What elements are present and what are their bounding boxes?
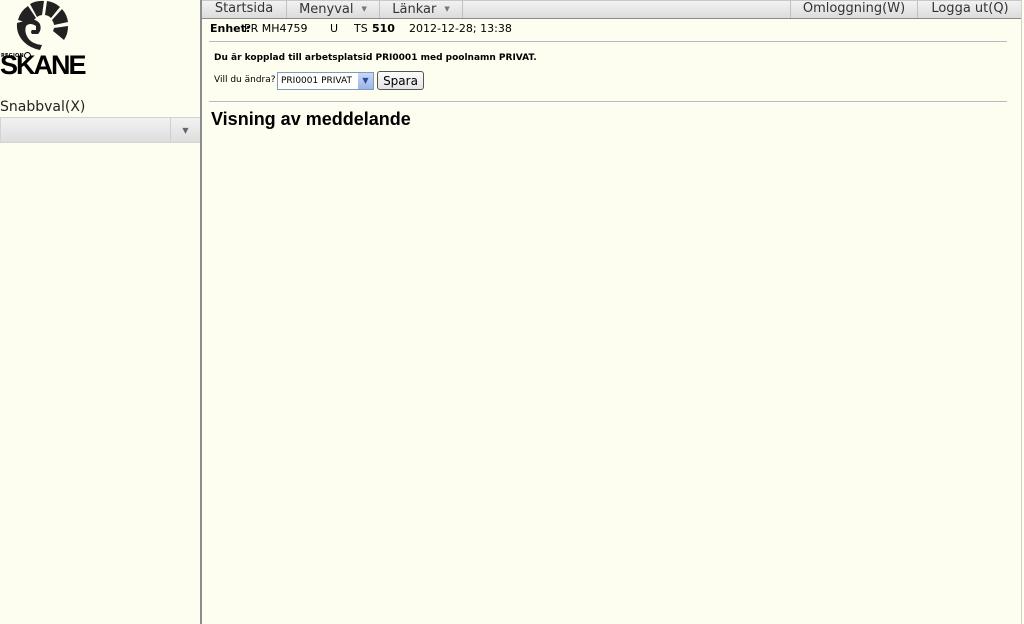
divider — [209, 101, 1007, 103]
menu-logga-ut[interactable]: Logga ut(Q) — [917, 1, 1022, 18]
chevron-down-icon: ▼ — [444, 5, 450, 13]
menu-startsida-label: Startsida — [214, 1, 274, 16]
pool-select-value: PRI0001 PRIVAT — [281, 76, 352, 86]
pool-select[interactable]: PRI0001 PRIVAT ▼ — [277, 72, 374, 90]
main-content: Enhet: PR MH4759 U TS 510 2012-12-28; 13… — [202, 18, 1022, 624]
ts-label: TS — [354, 22, 368, 35]
quick-select-dropdown[interactable]: ▼ — [0, 117, 201, 143]
top-menubar: Startsida Menyval ▼ Länkar ▼ Omloggning(W)… — [202, 0, 1022, 19]
unit-value: PR MH4759 — [244, 22, 308, 35]
menu-omloggning-label: Omloggning(W) — [802, 1, 906, 16]
menu-startsida[interactable]: Startsida — [202, 1, 287, 18]
menu-menyval-label: Menyval — [299, 2, 354, 17]
quick-select-label: Snabbval(X) — [0, 99, 86, 115]
logo-ring-icon — [24, 52, 31, 59]
page-title: Visning av meddelande — [211, 109, 411, 129]
workplace-connection-text: Du är kopplad till arbetsplatsid PRI0001… — [214, 53, 537, 63]
chevron-down-icon[interactable]: ▼ — [170, 118, 200, 142]
session-datetime: 2012-12-28; 13:38 — [409, 22, 512, 35]
ts-value: 510 — [372, 22, 395, 35]
divider — [209, 41, 1007, 43]
menu-lankar[interactable]: Länkar ▼ — [380, 1, 463, 18]
chevron-down-icon: ▼ — [361, 5, 367, 13]
menu-logga-ut-label: Logga ut(Q) — [931, 1, 1009, 16]
change-pool-label: Vill du ändra? — [214, 75, 276, 85]
window-edge — [1021, 0, 1022, 624]
region-skane-logo: REGION SKANE — [0, 0, 90, 82]
sidebar: REGION SKANE Snabbval(X) ▼ — [0, 0, 201, 624]
menu-menyval[interactable]: Menyval ▼ — [287, 1, 380, 18]
menu-lankar-label: Länkar — [392, 2, 437, 17]
logo-word: SKANE — [0, 50, 87, 80]
chevron-down-icon[interactable]: ▼ — [358, 73, 373, 89]
unit-flag: U — [330, 22, 339, 35]
save-button[interactable]: Spara — [377, 71, 424, 90]
menu-omloggning[interactable]: Omloggning(W) — [790, 1, 917, 18]
